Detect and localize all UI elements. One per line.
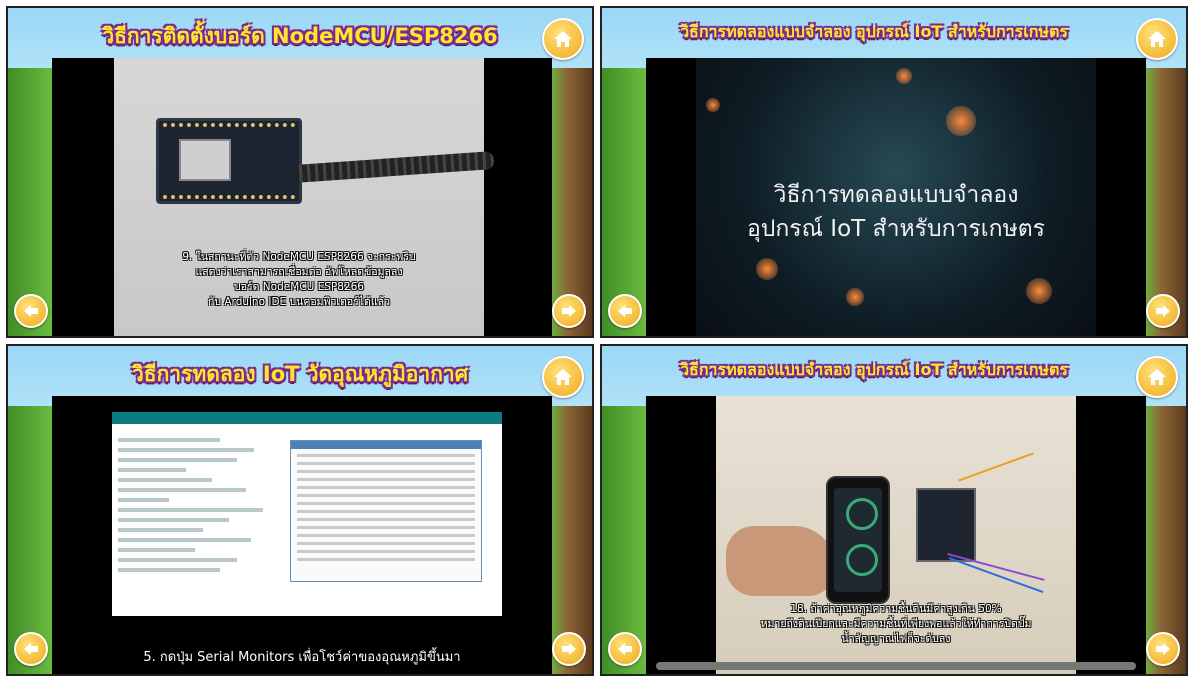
video-player[interactable]: 9. ในสถานะที่ตัว NodeMCU ESP8266 จะกระพร… (52, 58, 552, 336)
home-icon (554, 31, 572, 47)
video-caption: 5. กดปุ่ม Serial Monitors เพื่อโชว์ค่าขอ… (143, 650, 461, 665)
lesson-title: วิธีการทดลอง IoT วัดอุณหภูมิอากาศ (131, 362, 469, 386)
home-icon (1148, 369, 1166, 385)
caption-line: หมายถึงดินเปียกและมีความชื้นที่เพียงพอแล… (760, 618, 1032, 630)
arrow-left-icon (24, 305, 38, 317)
caption-line: กับ Arduino IDE บนคอมพิวเตอร์ได้แล้ว (208, 296, 390, 308)
arduino-ide-screenshot (112, 412, 502, 642)
home-icon (1148, 31, 1166, 47)
home-button[interactable] (1136, 356, 1178, 398)
video-player[interactable]: วิธีการทดลองแบบจำลอง อุปกรณ์ IoT สำหรับก… (646, 58, 1146, 336)
hand-image (726, 526, 836, 596)
arrow-left-icon (618, 305, 632, 317)
arrow-right-icon (1156, 643, 1170, 655)
lesson-title: วิธีการติดตั้งบอร์ด NodeMCU/ESP8266 (102, 24, 498, 48)
previous-button[interactable] (608, 632, 642, 666)
next-button[interactable] (1146, 632, 1180, 666)
video-caption: 9. ในสถานะที่ตัว NodeMCU ESP8266 จะกระพร… (114, 250, 484, 310)
lesson-panel-3: 5. กดปุ่ม Serial Monitors เพื่อโชว์ค่าขอ… (6, 344, 594, 676)
arrow-right-icon (562, 305, 576, 317)
video-caption: 18. ถ้าค่าอุณหภูมิความชื้นดินมีค่าสูงเกิ… (646, 602, 1146, 647)
previous-button[interactable] (14, 632, 48, 666)
previous-button[interactable] (14, 294, 48, 328)
caption-line: แสดงว่าเราสามารถเชื่อมต่อ อัพโหลดข้อมูลล… (195, 266, 403, 278)
bokeh-light (706, 98, 720, 112)
caption-line: 9. ในสถานะที่ตัว NodeMCU ESP8266 จะกระพร… (182, 251, 416, 263)
bokeh-light (756, 258, 778, 280)
caption-line: น้ำสัญญาณไฟก็จะดับลง (841, 633, 951, 645)
arrow-right-icon (562, 643, 576, 655)
caption-line: บอร์ด NodeMCU ESP8266 (234, 281, 364, 293)
video-player[interactable]: 18. ถ้าค่าอุณหภูมิความชื้นดินมีค่าสูงเกิ… (646, 396, 1146, 674)
video-title-line: อุปกรณ์ IoT สำหรับการเกษตร (746, 216, 1046, 242)
bokeh-light (946, 106, 976, 136)
lesson-title: วิธีการทดลองแบบจำลอง อุปกรณ์ IoT สำหรับก… (680, 360, 1068, 379)
video-progress-bar[interactable] (656, 662, 1136, 670)
lesson-panel-4: 18. ถ้าค่าอุณหภูมิความชื้นดินมีค่าสูงเกิ… (600, 344, 1188, 676)
arrow-right-icon (1156, 305, 1170, 317)
lesson-panel-2: วิธีการทดลองแบบจำลอง อุปกรณ์ IoT สำหรับก… (600, 6, 1188, 338)
bokeh-light (846, 288, 864, 306)
next-button[interactable] (552, 294, 586, 328)
bokeh-light (1026, 278, 1052, 304)
home-icon (554, 369, 572, 385)
lesson-panel-1: 9. ในสถานะที่ตัว NodeMCU ESP8266 จะกระพร… (6, 6, 594, 338)
video-frame: วิธีการทดลองแบบจำลอง อุปกรณ์ IoT สำหรับก… (696, 58, 1096, 336)
smartphone-app-image (826, 476, 890, 604)
screenshot-grid: 9. ในสถานะที่ตัว NodeMCU ESP8266 จะกระพร… (0, 0, 1194, 680)
home-button[interactable] (1136, 18, 1178, 60)
video-player[interactable]: 5. กดปุ่ม Serial Monitors เพื่อโชว์ค่าขอ… (52, 396, 552, 674)
lesson-title: วิธีการทดลองแบบจำลอง อุปกรณ์ IoT สำหรับก… (680, 22, 1068, 41)
video-frame: 9. ในสถานะที่ตัว NodeMCU ESP8266 จะกระพร… (114, 58, 495, 336)
previous-button[interactable] (608, 294, 642, 328)
caption-line: 18. ถ้าค่าอุณหภูมิความชื้นดินมีค่าสูงเกิ… (790, 603, 1002, 615)
video-title-text: วิธีการทดลองแบบจำลอง อุปกรณ์ IoT สำหรับก… (696, 178, 1096, 246)
arrow-left-icon (24, 643, 38, 655)
usb-cable-image (293, 151, 495, 183)
nodemcu-board-image (916, 488, 976, 562)
bokeh-light (896, 68, 912, 84)
video-title-line: วิธีการทดลองแบบจำลอง (773, 182, 1019, 208)
next-button[interactable] (552, 632, 586, 666)
home-button[interactable] (542, 18, 584, 60)
serial-monitor-window (290, 440, 482, 582)
home-button[interactable] (542, 356, 584, 398)
arrow-left-icon (618, 643, 632, 655)
next-button[interactable] (1146, 294, 1180, 328)
nodemcu-board-image (156, 118, 302, 204)
